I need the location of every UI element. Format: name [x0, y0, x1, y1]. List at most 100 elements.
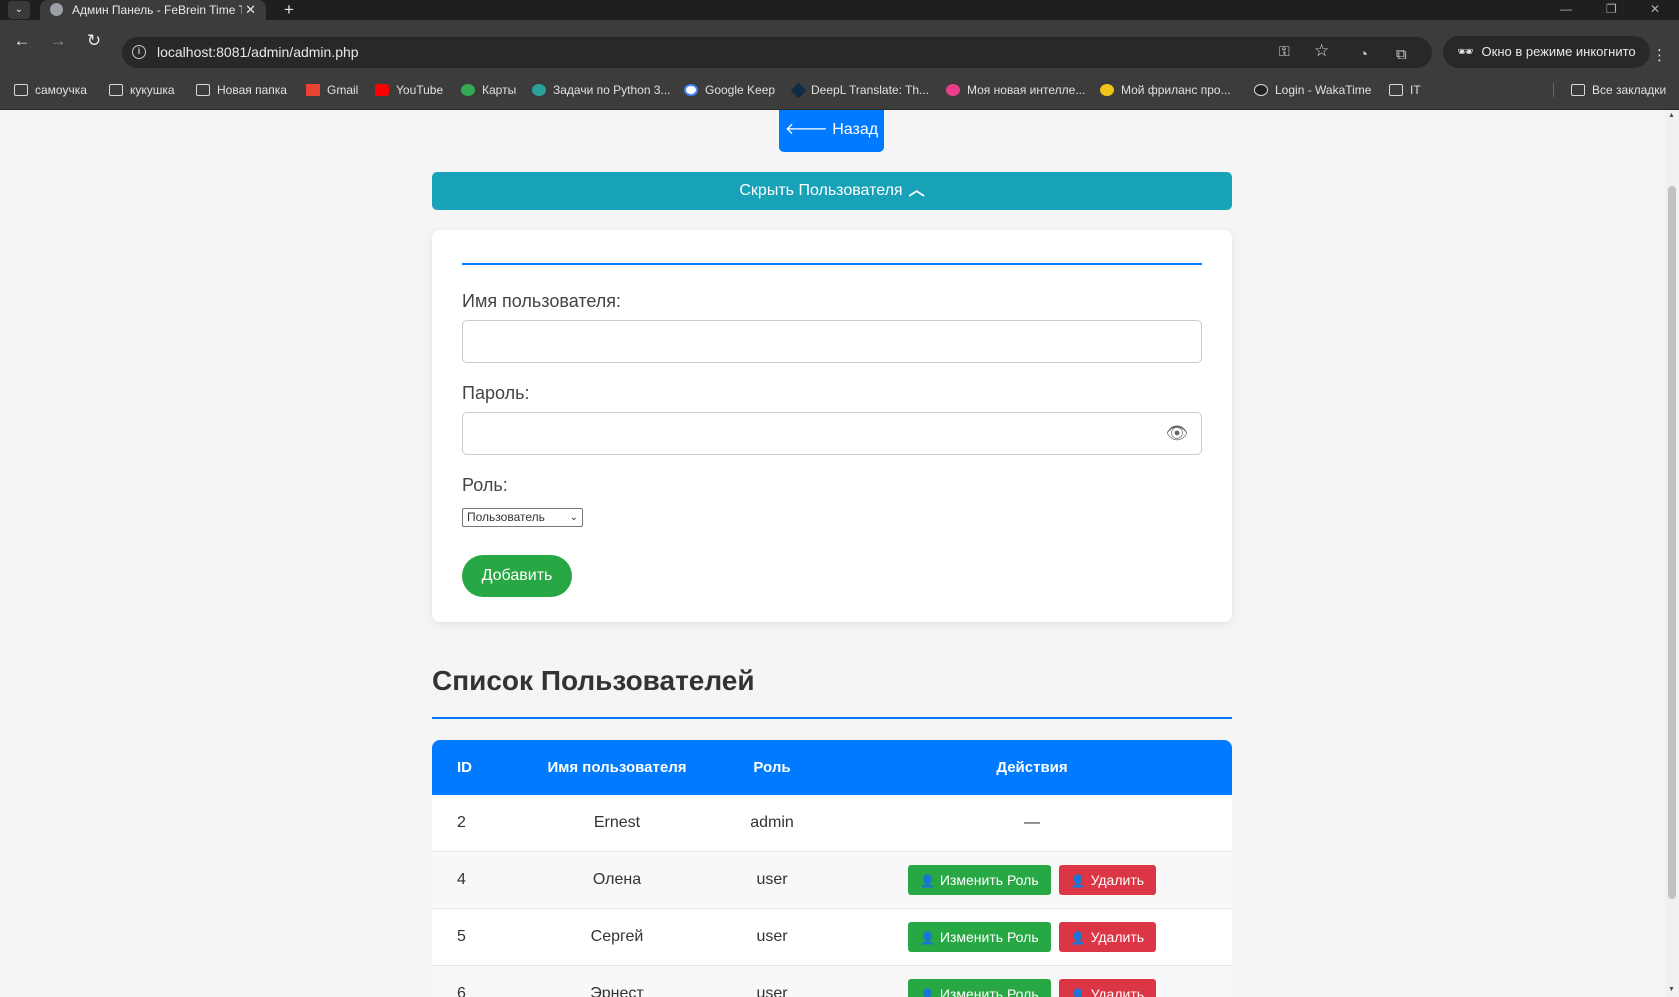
folder-icon [1389, 84, 1403, 96]
cell-role: admin [750, 814, 794, 831]
scrollbar-thumb[interactable] [1668, 186, 1676, 899]
page-viewport: 🡐 Назад Скрыть Пользователя ︿ Имя пользов… [0, 110, 1665, 997]
bookmark-folder[interactable]: Новая папка [196, 83, 287, 97]
cell-role: user [756, 985, 788, 997]
delete-user-button[interactable]: 👤 Удалить [1058, 979, 1157, 997]
scroll-down-icon[interactable]: ▼ [1668, 986, 1675, 993]
incognito-icon: 🕶 [1457, 44, 1474, 59]
gmail-icon [306, 84, 320, 96]
cell-id: 2 [457, 814, 466, 831]
add-user-button[interactable]: Добавить [462, 555, 572, 597]
tab-search-button[interactable]: ⌄ [8, 1, 30, 19]
folder-icon [14, 84, 28, 96]
user-gear-icon: 👤 [919, 874, 935, 888]
table-row: 4 Олена user 👤 Изменить Роль 👤 Удалить [432, 852, 1232, 909]
site-favicon-icon [946, 84, 960, 96]
chevron-up-icon: ︿ [908, 182, 925, 199]
cell-username: Эрнест [590, 985, 644, 997]
all-bookmarks[interactable]: Все закладки [1553, 83, 1666, 97]
bookmark-python-tasks[interactable]: Задачи по Python 3... [532, 83, 671, 97]
folder-icon [196, 84, 210, 96]
bookmark-youtube[interactable]: YouTube [375, 83, 443, 97]
bookmark-wakatime[interactable]: Login - WakaTime [1254, 83, 1371, 97]
close-tab-button[interactable]: ✕ [245, 0, 256, 20]
url-text[interactable]: localhost:8081/admin/admin.php [157, 44, 359, 60]
username-label: Имя пользователя: [462, 291, 622, 311]
toggle-user-form-button[interactable]: Скрыть Пользователя ︿ [432, 172, 1232, 210]
password-input[interactable]: 👁 [462, 412, 1202, 455]
bookmark-freelance[interactable]: Мой фриланс про... [1100, 83, 1231, 97]
user-remove-icon: 👤 [1070, 931, 1086, 945]
cell-role: user [756, 871, 788, 888]
forward-arrow-icon[interactable]: → [46, 29, 70, 53]
change-role-button[interactable]: 👤 Изменить Роль [907, 865, 1051, 895]
cell-username: Сергей [590, 928, 644, 945]
form-divider [462, 263, 1202, 265]
scroll-up-icon[interactable]: ▲ [1668, 112, 1675, 119]
page-scrollbar[interactable]: ▲ ▼ [1665, 110, 1679, 997]
bookmark-folder[interactable]: IT [1389, 83, 1421, 97]
user-remove-icon: 👤 [1070, 874, 1086, 888]
site-favicon-icon [532, 84, 546, 96]
extensions-puzzle-icon[interactable]: ⧉ [1396, 46, 1407, 63]
delete-user-button[interactable]: 👤 Удалить [1058, 865, 1157, 895]
header-username: Имя пользователя [547, 759, 687, 776]
header-role: Роль [753, 759, 791, 776]
folder-icon [1571, 84, 1585, 96]
cell-actions: 👤 Изменить Роль 👤 Удалить [832, 852, 1232, 908]
cell-actions: 👤 Изменить Роль 👤 Удалить [832, 909, 1232, 965]
wakatime-icon [1254, 84, 1268, 96]
browser-tab[interactable]: Админ Панель - FeBrein Time Tra ✕ [40, 0, 266, 20]
cell-actions: 👤 Изменить Роль 👤 Удалить [832, 966, 1232, 997]
bookmark-folder[interactable]: кукушка [109, 83, 175, 97]
back-arrow-icon[interactable]: ← [10, 29, 34, 53]
username-input[interactable] [462, 320, 1202, 363]
bookmarks-bar: самоучка кукушка Новая папка Gmail YouTu… [0, 70, 1679, 110]
youtube-icon [375, 84, 389, 96]
browser-tab-bar: ⌄ Админ Панель - FeBrein Time Tra ✕ + — … [0, 0, 1679, 20]
back-button[interactable]: 🡐 Назад [779, 110, 884, 152]
site-info-icon[interactable]: i [132, 45, 146, 59]
header-id: ID [457, 759, 472, 776]
user-gear-icon: 👤 [919, 988, 935, 997]
users-list-title: Список Пользователей [432, 665, 755, 696]
bookmark-star-icon[interactable]: ☆ [1314, 41, 1329, 61]
cell-username: Олена [592, 871, 642, 888]
role-label: Роль: [462, 475, 508, 495]
key-icon[interactable]: ⚿ [1279, 43, 1290, 60]
role-select[interactable]: Пользователь ⌄ [462, 508, 583, 527]
globe-icon [50, 3, 63, 16]
restore-icon[interactable]: ❐ [1606, 0, 1617, 18]
add-user-form: Имя пользователя: Пароль: 👁 Роль: Пользо… [432, 230, 1232, 622]
bookmark-maps[interactable]: Карты [461, 83, 516, 97]
incognito-indicator[interactable]: 🕶 Окно в режиме инкогнито [1443, 36, 1650, 68]
google-icon [684, 84, 698, 96]
table-header: ID Имя пользователя Роль Действия [432, 740, 1232, 795]
change-role-button[interactable]: 👤 Изменить Роль [907, 979, 1051, 997]
address-bar[interactable]: i localhost:8081/admin/admin.php ⚿ ☆ [122, 37, 1432, 68]
cell-username: Ernest [593, 814, 641, 831]
extension-status-icon[interactable]: ◔ [1359, 46, 1368, 63]
header-actions: Действия [996, 759, 1068, 776]
list-divider [432, 717, 1232, 719]
user-remove-icon: 👤 [1070, 988, 1086, 997]
minimize-icon[interactable]: — [1560, 0, 1572, 18]
users-table: ID Имя пользователя Роль Действия 2 Erne… [432, 740, 1232, 997]
password-label: Пароль: [462, 383, 530, 403]
deepl-icon [790, 82, 807, 99]
new-tab-button[interactable]: + [284, 0, 294, 19]
site-favicon-icon [1100, 84, 1114, 96]
delete-user-button[interactable]: 👤 Удалить [1058, 922, 1157, 952]
folder-icon [109, 84, 123, 96]
cell-no-action: — [1024, 814, 1040, 831]
bookmark-intellect[interactable]: Моя новая интелле... [946, 83, 1085, 97]
eye-icon[interactable]: 👁 [1165, 421, 1189, 445]
more-menu-icon[interactable]: ⋮ [1652, 46, 1667, 64]
bookmark-gmail[interactable]: Gmail [306, 83, 358, 97]
change-role-button[interactable]: 👤 Изменить Роль [907, 922, 1051, 952]
reload-icon[interactable]: ↻ [82, 29, 106, 53]
close-window-icon[interactable]: ✕ [1650, 0, 1660, 18]
bookmark-deepl[interactable]: DeepL Translate: Th... [790, 82, 929, 99]
bookmark-folder[interactable]: самоучка [14, 83, 87, 97]
bookmark-google-keep[interactable]: Google Keep [684, 83, 775, 97]
